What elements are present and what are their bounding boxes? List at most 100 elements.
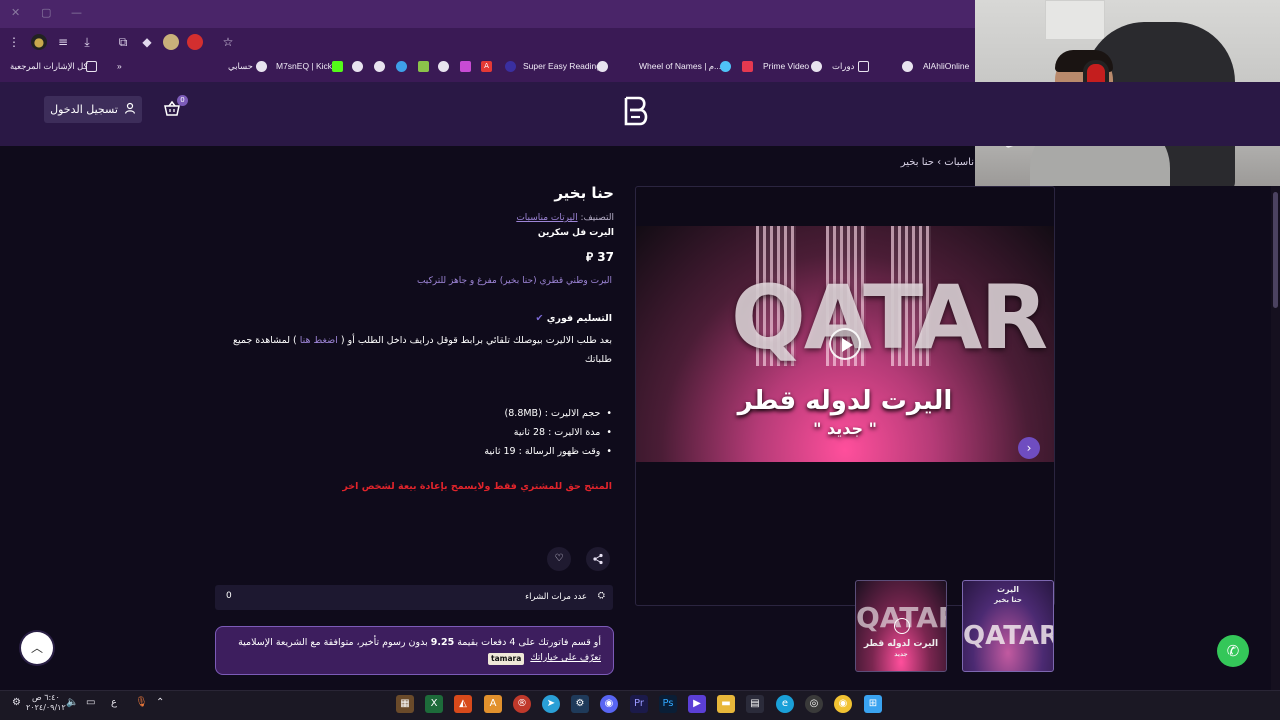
- product-category: التصنيف: اليرتات مناسبات: [516, 213, 614, 223]
- gallery-thumbnail-cover[interactable]: اليرت حنا بخير QATAR: [962, 580, 1054, 672]
- tray-overflow-icon[interactable]: ⌃: [156, 697, 164, 708]
- download-icon[interactable]: ⤓: [79, 34, 95, 50]
- speaker-icon[interactable]: 🔈: [66, 697, 78, 708]
- product-type: اليرت فل سكرين: [537, 228, 614, 238]
- product-title: حنا بخير: [554, 184, 614, 202]
- purchase-count-bar: ⛭ عدد مرات الشراء 0: [215, 585, 613, 610]
- menu-dots-icon[interactable]: ⋮: [6, 34, 22, 50]
- bookmark-star-icon[interactable]: ☆: [220, 34, 236, 50]
- globe-icon: [902, 61, 913, 72]
- bookmark-courses[interactable]: دورات: [832, 61, 854, 72]
- share-icon[interactable]: [586, 547, 610, 571]
- bookmark-alahli[interactable]: AlAhliOnline: [923, 61, 969, 71]
- site-logo[interactable]: [622, 95, 650, 127]
- extension-red-icon[interactable]: [187, 34, 203, 50]
- gallery-thumbnail-video[interactable]: QATAR اليرت لدوله قطر جديد: [855, 580, 947, 672]
- product-description: اليرت وطني قطري (حنا بخير) مفرغ و جاهز ل…: [416, 276, 612, 286]
- globe-icon: [256, 61, 267, 72]
- delivery-heading-text: التسليم فوري: [546, 313, 612, 324]
- spec-size: حجم الاليرت : (8.8MB): [412, 404, 612, 423]
- taskbar-clock[interactable]: ٦:٤٠ ص ٢٠٢٤/٠٩/١٢: [26, 693, 66, 713]
- purchase-icon: ⛭: [597, 591, 605, 601]
- extension-icon[interactable]: [163, 34, 179, 50]
- app-a-icon[interactable]: A: [484, 695, 502, 713]
- photoshop-icon[interactable]: Ps: [659, 695, 677, 713]
- orders-link[interactable]: اضغط هنا: [300, 335, 338, 346]
- tamara-logo: tamara: [488, 653, 525, 665]
- settings-gear-icon[interactable]: ⚙: [12, 697, 21, 708]
- bookmark-wheel-of-names[interactable]: Wheel of Names | م...: [639, 61, 721, 72]
- cart-count-badge: 0: [177, 95, 188, 106]
- app-red-icon[interactable]: ®: [513, 695, 531, 713]
- obs-icon[interactable]: ◎: [805, 695, 823, 713]
- thumb-subtitle: جديد: [894, 651, 908, 658]
- kick-icon: [332, 61, 343, 72]
- reading-list-icon[interactable]: ≡: [55, 34, 71, 50]
- whatsapp-icon[interactable]: ✆: [1217, 635, 1249, 667]
- bookmark-prime-video[interactable]: Prime Video: [763, 61, 809, 71]
- tamara-learn-more-link[interactable]: تعرّف على خياراتك: [530, 653, 601, 663]
- spec-message-time: وقت ظهور الرسالة : 19 ثانية: [412, 442, 612, 461]
- bookmark-all[interactable]: كل الإشارات المرجعية: [10, 61, 88, 72]
- category-link[interactable]: اليرتات مناسبات: [516, 213, 577, 223]
- bookmark-super-easy-reading[interactable]: Super Easy Reading: [523, 61, 601, 71]
- video-title: اليرت لدوله قطر: [737, 386, 953, 416]
- close-window-icon[interactable]: ✕: [11, 6, 20, 19]
- extension-diamond-icon[interactable]: ◆: [139, 34, 155, 50]
- taskbar-app-icon[interactable]: ▦: [396, 695, 414, 713]
- media-app-icon[interactable]: ▶: [688, 695, 706, 713]
- bookmarks-overflow-icon[interactable]: »: [117, 61, 122, 71]
- play-icon: [894, 618, 910, 634]
- delivery-heading: التسليم فوري ✔: [535, 313, 612, 324]
- chevron-right-icon[interactable]: ›: [1018, 437, 1040, 459]
- globe-icon: [597, 61, 608, 72]
- site-icon: [742, 61, 753, 72]
- bookmark-kick[interactable]: M7snEQ | Kick: [276, 61, 332, 71]
- store-icon[interactable]: ▤: [746, 695, 764, 713]
- site-icon: [505, 61, 516, 72]
- minimize-window-icon[interactable]: —: [71, 6, 82, 19]
- clock-time: ٦:٤٠ ص: [31, 693, 60, 702]
- play-icon[interactable]: [829, 328, 861, 360]
- globe-icon: [352, 61, 363, 72]
- folder-icon: [86, 61, 97, 72]
- excel-icon[interactable]: X: [425, 695, 443, 713]
- login-button[interactable]: تسجيل الدخول: [44, 96, 142, 123]
- category-label: التصنيف:: [580, 213, 614, 223]
- thumb-title: اليرت لدوله قطر: [863, 639, 939, 649]
- edge-icon[interactable]: e: [776, 695, 794, 713]
- telegram-icon[interactable]: ➤: [542, 695, 560, 713]
- discord-icon[interactable]: ◉: [600, 695, 618, 713]
- wheel-icon: [720, 61, 731, 72]
- profile-avatar-icon[interactable]: ●: [31, 34, 47, 50]
- thumb-top-label: اليرت: [996, 585, 1020, 594]
- globe-icon: [811, 61, 822, 72]
- tamara-installments-box: أو قسم فاتورتك على 4 دفعات بقيمة 9.25 بد…: [215, 626, 614, 675]
- site-a-icon: A: [481, 61, 492, 72]
- brave-icon[interactable]: ◭: [454, 695, 472, 713]
- file-explorer-icon[interactable]: ▬: [717, 695, 735, 713]
- extensions-icon[interactable]: ⧉: [115, 34, 131, 50]
- scrollbar-thumb[interactable]: [1273, 192, 1278, 308]
- bookmark-my-account[interactable]: حسابي: [228, 61, 253, 72]
- login-label: تسجيل الدخول: [50, 103, 118, 116]
- language-indicator[interactable]: ع: [111, 697, 117, 708]
- purchase-count-value: 0: [226, 591, 232, 601]
- heart-icon[interactable]: ♡: [547, 547, 571, 571]
- chrome-icon[interactable]: ◉: [834, 695, 852, 713]
- maximize-window-icon[interactable]: ▢: [41, 6, 51, 19]
- network-icon[interactable]: ▭: [86, 697, 95, 708]
- tamara-text: أو قسم فاتورتك على 4 دفعات بقيمة 9.25 بد…: [238, 637, 601, 648]
- scroll-to-top-button[interactable]: ︿: [21, 632, 53, 664]
- video-subtitle: " جديد ": [813, 419, 877, 438]
- globe-icon: [438, 61, 449, 72]
- premiere-icon[interactable]: Pr: [630, 695, 648, 713]
- site-icon: [460, 61, 471, 72]
- windows-start-icon[interactable]: ⊞: [864, 695, 882, 713]
- microphone-icon[interactable]: 🎙: [135, 697, 148, 708]
- breadcrumb[interactable]: ناسبات › حنا بخير: [901, 157, 974, 168]
- product-price: 37 ⃁: [585, 250, 614, 264]
- steam-icon[interactable]: ⚙: [571, 695, 589, 713]
- site-icon: [396, 61, 407, 72]
- product-video[interactable]: QATAR اليرت لدوله قطر " جديد ": [636, 226, 1054, 462]
